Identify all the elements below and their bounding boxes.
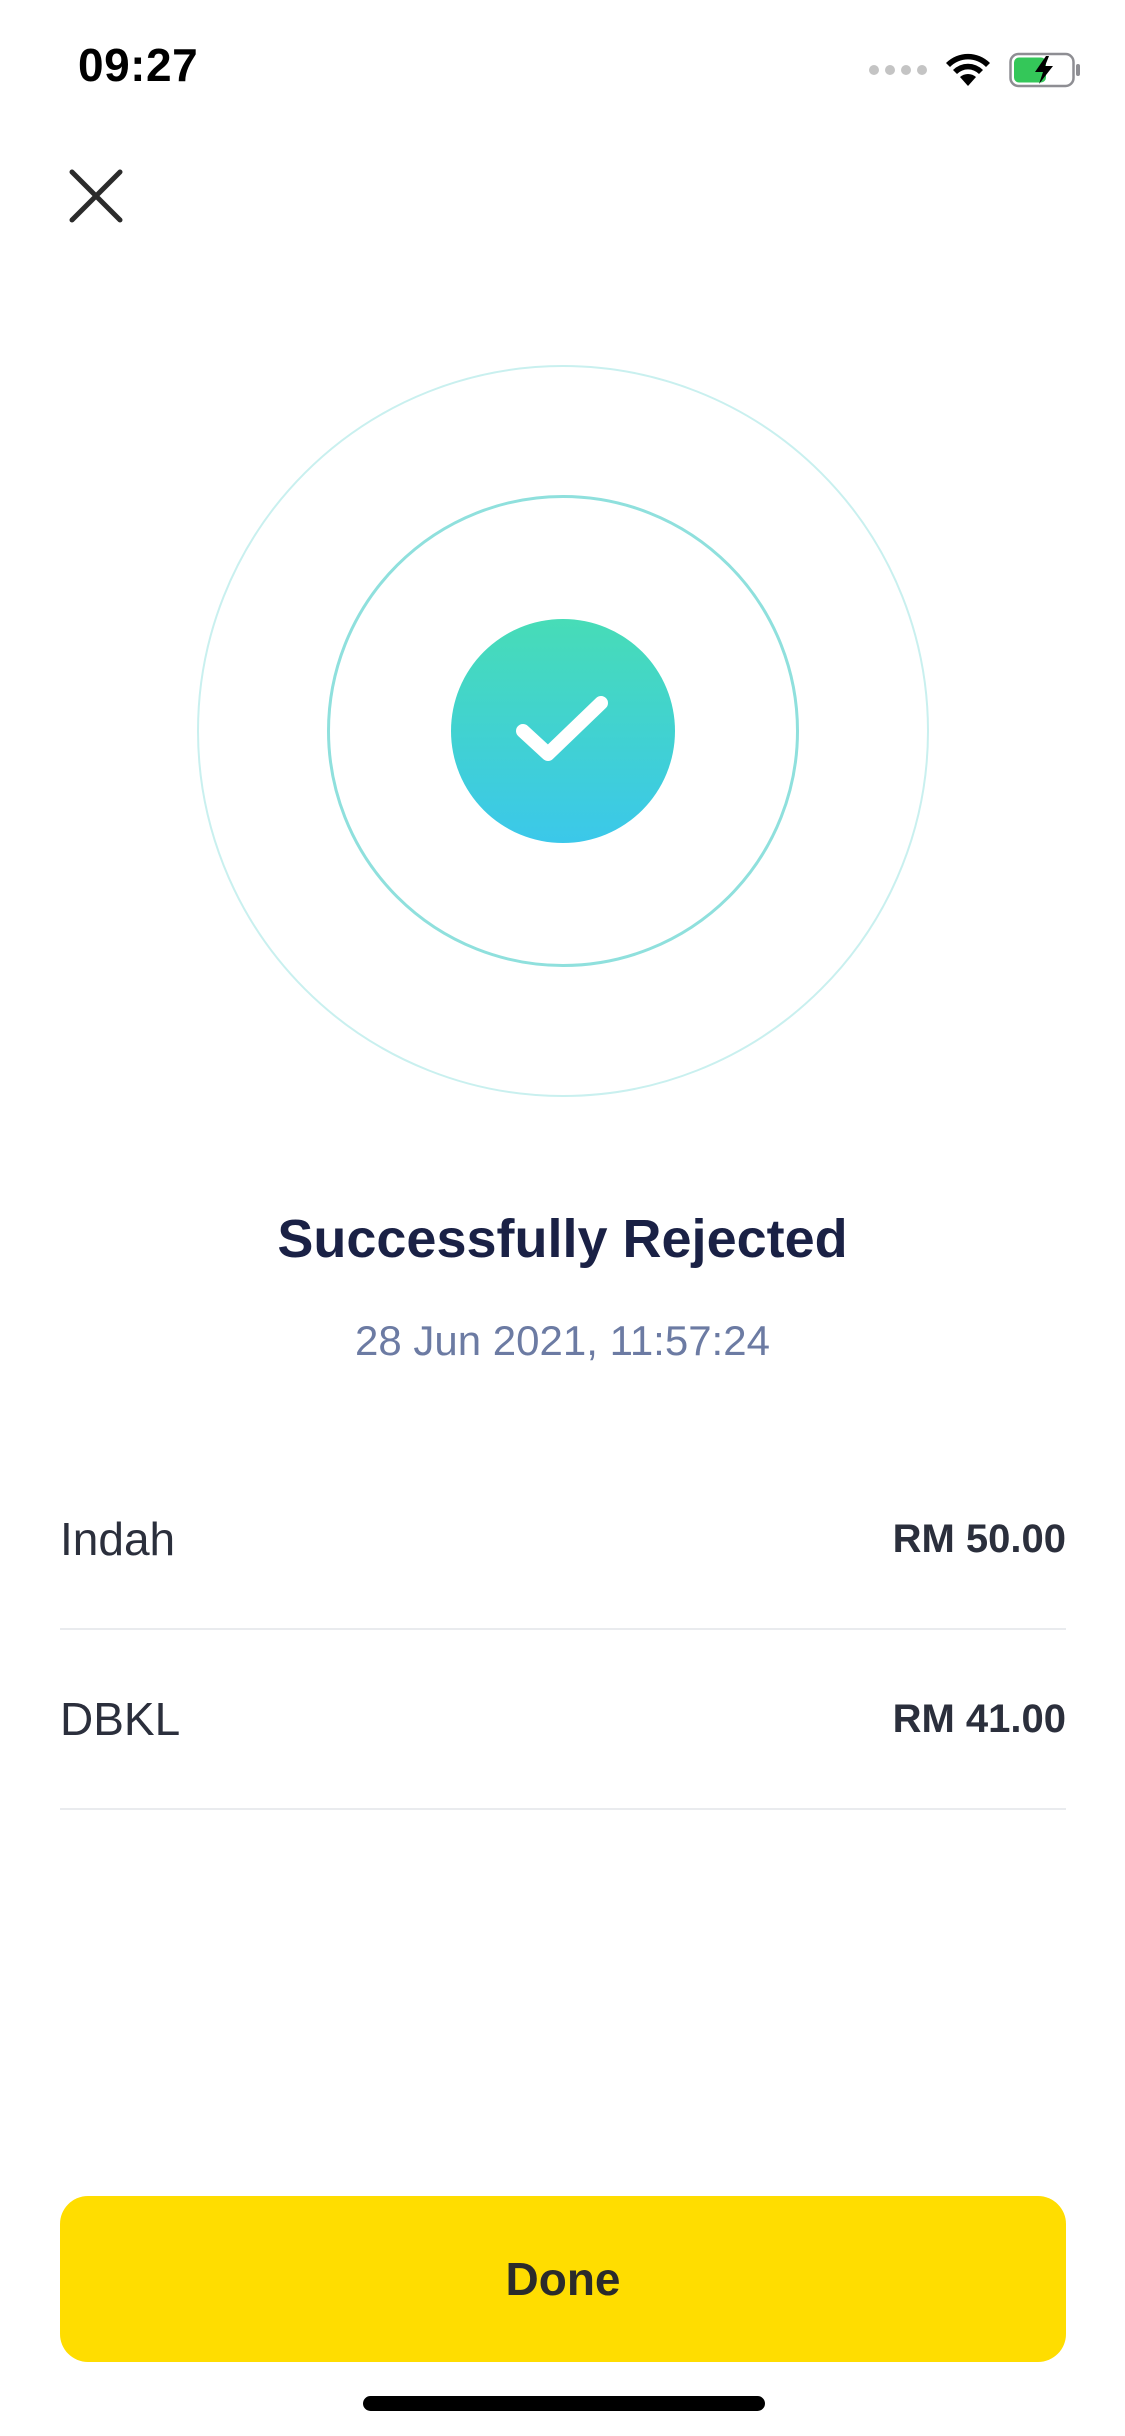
home-indicator[interactable] (363, 2396, 765, 2411)
item-amount: RM 41.00 (892, 1696, 1066, 1741)
checkmark-icon (516, 696, 608, 761)
wifi-icon (946, 53, 990, 86)
done-button-label: Done (505, 2253, 621, 2305)
list-item: DBKL RM 41.00 (60, 1630, 1066, 1810)
close-icon (69, 169, 123, 223)
success-badge (451, 619, 675, 843)
status-time: 09:27 (78, 39, 199, 91)
status-icons (869, 48, 1083, 92)
item-name: Indah (60, 1513, 176, 1565)
item-amount: RM 50.00 (892, 1516, 1066, 1561)
result-timestamp: 28 Jun 2021, 11:57:24 (355, 1317, 770, 1364)
close-button[interactable] (58, 158, 134, 234)
done-button[interactable]: Done (60, 2196, 1066, 2362)
battery-charging-icon (1009, 52, 1080, 88)
success-illustration (197, 365, 929, 1097)
list-item: Indah RM 50.00 (60, 1450, 1066, 1630)
status-bar: 09:27 (0, 0, 1125, 140)
result-title: Successfully Rejected (277, 1209, 848, 1269)
cellular-signal-icon (869, 65, 927, 75)
item-name: DBKL (60, 1693, 181, 1745)
